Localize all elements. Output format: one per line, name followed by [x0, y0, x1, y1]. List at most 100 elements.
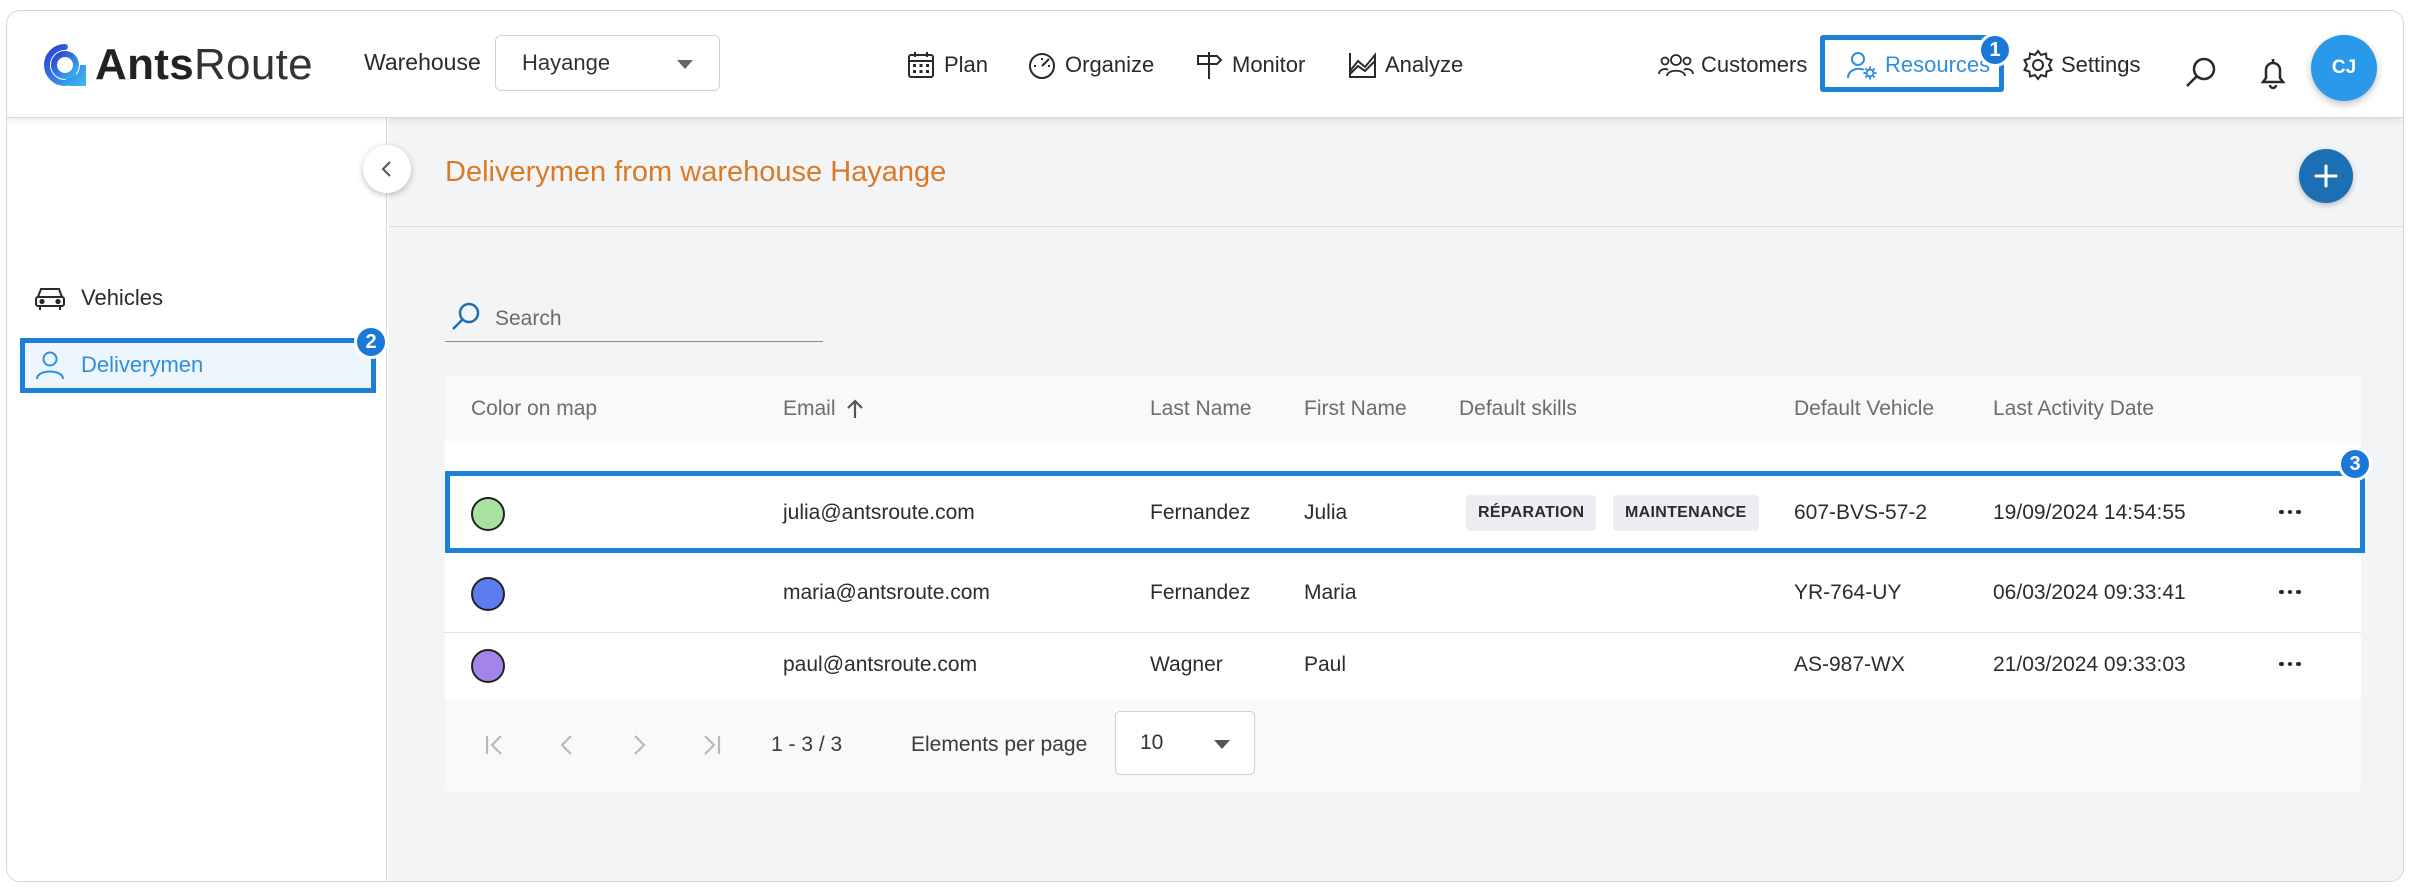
nav-resources-label: Resources — [1885, 52, 1991, 77]
main-content: Deliverymen from warehouse Hayange Color… — [389, 118, 2403, 881]
step-badge-2: 2 — [354, 325, 388, 359]
sidebar-item-deliverymen-label: Deliverymen — [81, 352, 204, 377]
chevron-left-icon — [381, 161, 391, 177]
nav-organize-label: Organize — [1065, 52, 1155, 77]
cell-default-vehicle: 607-BVS-57-2 — [1794, 501, 1928, 524]
pagination-bar: 1 - 3 / 3 Elements per page 10 — [445, 699, 2361, 791]
map-color-swatch — [471, 577, 505, 611]
nav-customers-label: Customers — [1701, 52, 1808, 77]
sidebar-item-vehicles-label: Vehicles — [81, 285, 163, 310]
calendar-icon — [908, 52, 934, 78]
last-page-icon[interactable] — [695, 729, 727, 761]
cell-last-name: Fernandez — [1150, 501, 1251, 524]
caret-down-icon — [677, 60, 693, 69]
table-header: Color on map Email Last Name First Name … — [445, 375, 2361, 441]
next-page-icon[interactable] — [623, 729, 655, 761]
previous-page-icon[interactable] — [551, 729, 583, 761]
elements-per-page-label: Elements per page — [911, 733, 1088, 756]
table-row[interactable]: paul@antsroute.com Wagner Paul AS-987-WX… — [445, 633, 2361, 699]
row-actions-more-icon[interactable] — [2275, 649, 2305, 679]
sidebar-item-deliverymen[interactable]: Deliverymen — [33, 343, 203, 387]
speedometer-icon — [1029, 53, 1055, 79]
cell-default-vehicle: YR-764-UY — [1794, 581, 1902, 604]
cell-first-name: Maria — [1304, 581, 1357, 604]
nav-settings-label: Settings — [2061, 52, 2141, 77]
cell-last-activity: 19/09/2024 14:54:55 — [1993, 501, 2186, 524]
elements-per-page-value: 10 — [1140, 731, 1164, 754]
nav-monitor-label: Monitor — [1232, 52, 1306, 77]
page-title: Deliverymen from warehouse Hayange — [445, 156, 947, 188]
nav-customers[interactable]: Customers — [1658, 49, 1807, 81]
nav-resources[interactable]: Resources — [1846, 49, 1990, 81]
area-chart-icon — [1349, 52, 1376, 78]
cell-email: paul@antsroute.com — [783, 653, 978, 676]
page-header: Deliverymen from warehouse Hayange — [389, 118, 2403, 227]
car-icon — [35, 288, 65, 310]
brand-name: AntsRoute — [95, 40, 313, 89]
nav-organize[interactable]: Organize — [1026, 49, 1154, 81]
step-badge-3: 3 — [2338, 447, 2372, 481]
column-header-default-skills[interactable]: Default skills — [1459, 397, 1577, 421]
nav-analyze-label: Analyze — [1385, 52, 1464, 77]
plus-icon — [2314, 164, 2338, 188]
column-header-email-label: Email — [783, 397, 836, 420]
brand-logo[interactable]: AntsRoute — [43, 37, 313, 93]
app-window: AntsRoute Warehouse Hayange Plan Organiz… — [6, 10, 2404, 882]
nav-plan[interactable]: Plan — [905, 49, 988, 81]
column-header-last-activity[interactable]: Last Activity Date — [1993, 397, 2154, 421]
add-deliveryman-button[interactable] — [2299, 149, 2353, 203]
cell-first-name: Julia — [1304, 501, 1348, 524]
antsroute-logo-icon — [44, 44, 86, 86]
caret-down-icon — [1214, 740, 1230, 749]
cell-default-vehicle: AS-987-WX — [1794, 653, 1905, 676]
warehouse-label: Warehouse — [364, 49, 481, 75]
search-icon[interactable] — [2183, 55, 2219, 91]
step-badge-1: 1 — [1978, 33, 2012, 67]
row-actions-more-icon[interactable] — [2275, 497, 2305, 527]
user-avatar[interactable]: CJ — [2311, 35, 2377, 101]
column-header-default-vehicle[interactable]: Default Vehicle — [1794, 397, 1934, 421]
warehouse-select[interactable]: Hayange — [495, 35, 720, 91]
deliverymen-table: Color on map Email Last Name First Name … — [445, 375, 2361, 791]
sort-ascending-arrow-icon — [846, 399, 863, 418]
column-header-first-name[interactable]: First Name — [1304, 397, 1407, 421]
user-gear-icon — [1847, 52, 1877, 80]
nav-monitor[interactable]: Monitor — [1193, 49, 1305, 81]
table-row[interactable]: julia@antsroute.com Fernandez Julia RÉPA… — [445, 473, 2361, 553]
nav-plan-label: Plan — [944, 52, 989, 77]
gear-icon — [2023, 49, 2053, 81]
elements-per-page-select[interactable]: 10 — [1115, 711, 1255, 775]
cell-last-activity: 06/03/2024 09:33:41 — [1993, 581, 2186, 604]
sidebar-collapse-button[interactable] — [363, 145, 411, 193]
column-header-email[interactable]: Email — [783, 397, 864, 421]
top-bar: AntsRoute Warehouse Hayange Plan Organiz… — [7, 11, 2403, 118]
map-color-swatch — [471, 649, 505, 683]
cell-last-name: Fernandez — [1150, 581, 1251, 604]
sidebar — [7, 118, 387, 881]
cell-last-name: Wagner — [1150, 653, 1223, 676]
skill-tag: RÉPARATION — [1466, 495, 1597, 531]
warehouse-selected-value: Hayange — [522, 50, 611, 75]
first-page-icon[interactable] — [479, 729, 511, 761]
column-header-last-name[interactable]: Last Name — [1150, 397, 1252, 421]
row-actions-more-icon[interactable] — [2275, 577, 2305, 607]
pagination-range: 1 - 3 / 3 — [771, 733, 843, 756]
table-row[interactable]: maria@antsroute.com Fernandez Maria YR-7… — [445, 553, 2361, 633]
cell-last-activity: 21/03/2024 09:33:03 — [1993, 653, 2186, 676]
customers-group-icon — [1658, 54, 1694, 77]
cell-email: julia@antsroute.com — [783, 501, 975, 524]
cell-email: maria@antsroute.com — [783, 581, 990, 604]
map-color-swatch — [471, 497, 505, 531]
search-field[interactable] — [445, 300, 823, 342]
nav-analyze[interactable]: Analyze — [1346, 49, 1463, 81]
nav-settings[interactable]: Settings — [2022, 49, 2141, 81]
sidebar-item-vehicles[interactable]: Vehicles — [33, 276, 163, 320]
bell-icon[interactable] — [2255, 55, 2291, 91]
person-icon — [36, 351, 64, 380]
search-input[interactable] — [495, 304, 815, 334]
search-icon — [452, 302, 480, 330]
column-header-color[interactable]: Color on map — [471, 397, 597, 421]
skill-tag: MAINTENANCE — [1613, 495, 1759, 531]
cell-first-name: Paul — [1304, 653, 1347, 676]
signpost-icon — [1197, 52, 1223, 79]
